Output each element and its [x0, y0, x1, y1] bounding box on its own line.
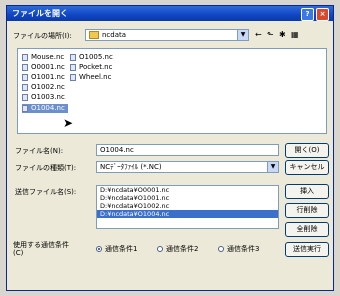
- look-in-select[interactable]: ncdata ▼: [85, 29, 249, 41]
- dialog-title: ファイルを開く: [12, 9, 68, 18]
- filename-input[interactable]: O1004.nc: [96, 144, 279, 156]
- filetype-label: ファイルの種類(T):: [15, 164, 77, 172]
- conditions-label-accelerator: (C): [13, 249, 24, 257]
- file-icon: [22, 94, 28, 101]
- file-icon: [70, 54, 76, 61]
- delete-line-button[interactable]: 行削除: [285, 203, 329, 218]
- new-folder-icon[interactable]: ✱: [279, 30, 286, 40]
- list-item[interactable]: O1003.nc: [22, 93, 65, 102]
- list-item[interactable]: Mouse.nc: [22, 53, 64, 62]
- file-icon: [22, 84, 28, 91]
- run-transfer-button[interactable]: 送信実行: [285, 242, 329, 257]
- send-file-list[interactable]: D:¥ncdata¥O0001.nc D:¥ncdata¥O1001.nc D:…: [96, 185, 279, 229]
- open-button[interactable]: 開く(O): [285, 143, 329, 158]
- file-icon: [70, 64, 76, 71]
- file-icon: [70, 74, 76, 81]
- list-item-selected[interactable]: D:¥ncdata¥O1004.nc: [97, 210, 278, 218]
- radio-selected-icon: [96, 246, 102, 252]
- title-bar: ファイルを開く ? ×: [7, 6, 333, 21]
- chevron-down-icon[interactable]: ▼: [267, 162, 278, 172]
- close-button[interactable]: ×: [316, 8, 329, 21]
- list-item[interactable]: D:¥ncdata¥O1002.nc: [97, 202, 278, 210]
- list-item[interactable]: O1001.nc: [22, 73, 65, 82]
- radio-icon: [157, 246, 163, 252]
- help-button[interactable]: ?: [301, 8, 314, 21]
- list-item[interactable]: D:¥ncdata¥O1001.nc: [97, 194, 278, 202]
- look-in-value: ncdata: [102, 31, 127, 39]
- filename-label: ファイル名(N):: [15, 147, 64, 155]
- list-item[interactable]: D:¥ncdata¥O0001.nc: [97, 186, 278, 194]
- list-item[interactable]: Pocket.nc: [70, 63, 112, 72]
- mouse-cursor-icon: ➤: [63, 116, 74, 130]
- delete-all-button[interactable]: 全削除: [285, 222, 329, 237]
- folder-icon: [89, 31, 99, 39]
- filetype-select[interactable]: NCﾃﾞｰﾀﾌｧｲﾙ (*.NC) ▼: [96, 161, 279, 173]
- radio-icon: [218, 246, 224, 252]
- file-icon: [22, 74, 28, 81]
- chevron-down-icon[interactable]: ▼: [237, 30, 248, 40]
- filetype-value: NCﾃﾞｰﾀﾌｧｲﾙ (*.NC): [100, 163, 162, 171]
- send-files-label: 送信ファイル名(S):: [15, 188, 77, 196]
- list-item[interactable]: O1005.nc: [70, 53, 113, 62]
- look-in-label: ファイルの場所(I):: [13, 32, 72, 40]
- file-icon: [22, 64, 28, 71]
- up-folder-icon[interactable]: ⬑: [267, 30, 274, 40]
- radio-condition-2[interactable]: 通信条件2: [157, 244, 198, 254]
- back-icon[interactable]: ←: [255, 30, 262, 40]
- cancel-button[interactable]: キャンセル: [285, 160, 329, 175]
- list-item[interactable]: Wheel.nc: [70, 73, 111, 82]
- radio-condition-1[interactable]: 通信条件1: [96, 244, 137, 254]
- open-file-dialog: ファイルを開く ? × ファイルの場所(I): ncdata ▼ ← ⬑ ✱ ▦…: [6, 5, 334, 291]
- view-menu-icon[interactable]: ▦: [291, 30, 299, 40]
- list-item[interactable]: O1002.nc: [22, 83, 65, 92]
- insert-button[interactable]: 挿入: [285, 184, 329, 199]
- list-item[interactable]: O0001.nc: [22, 63, 65, 72]
- list-item-selected[interactable]: O1004.nc: [22, 104, 68, 113]
- file-icon: [22, 54, 28, 61]
- radio-condition-3[interactable]: 通信条件3: [218, 244, 259, 254]
- file-icon: [22, 105, 28, 112]
